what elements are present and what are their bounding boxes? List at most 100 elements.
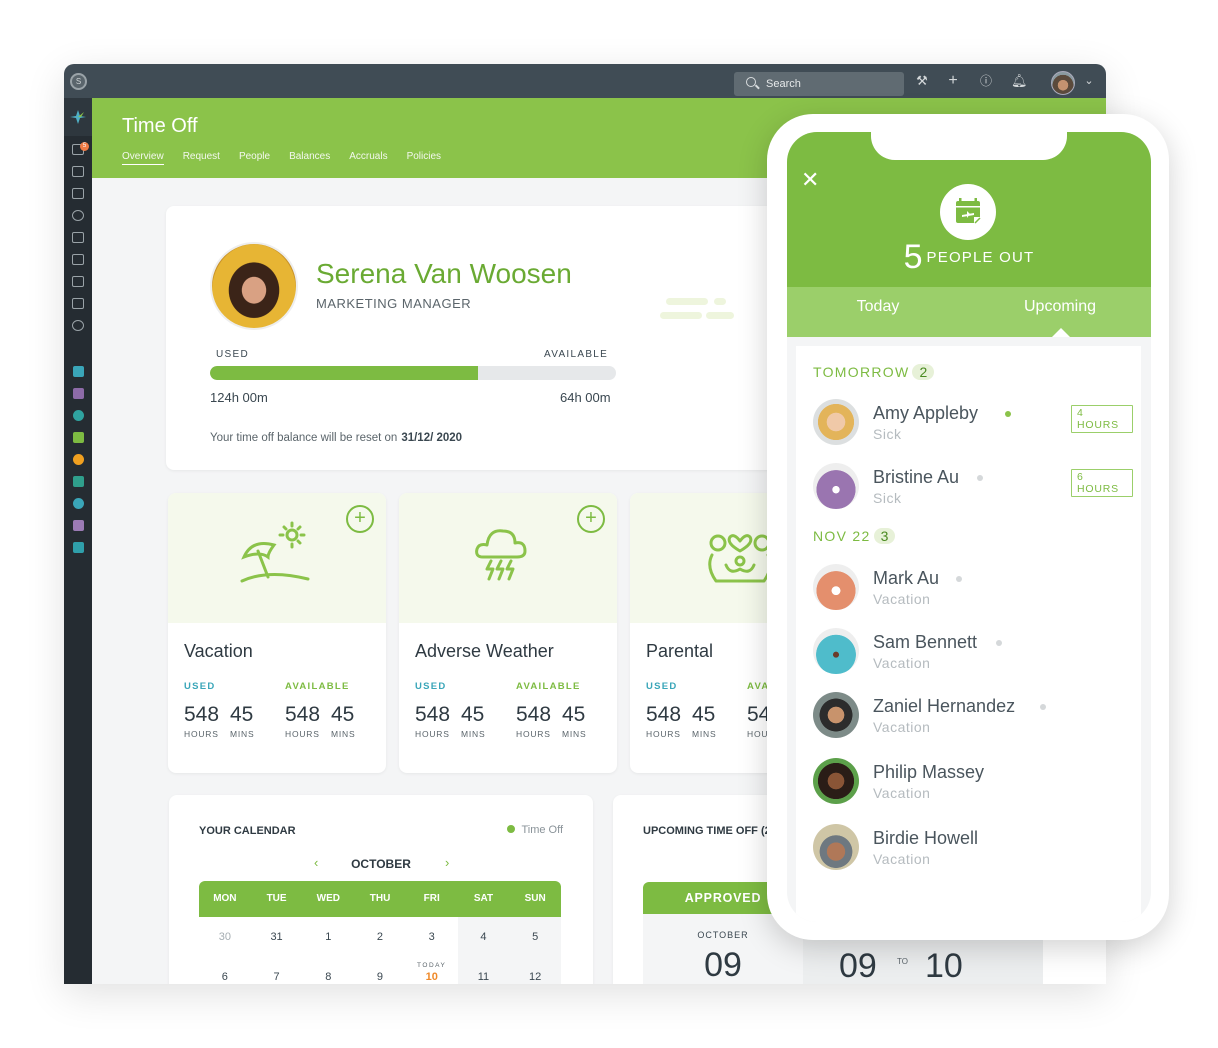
leave-type: Vacation [873, 719, 931, 735]
avatar [813, 463, 859, 509]
calendar-day[interactable]: 6 [199, 957, 251, 984]
storm-cloud-icon [475, 529, 527, 581]
used-label: USED [216, 349, 249, 360]
people-out-list: TOMORROW 2 Amy Appleby Sick 4 HOURS Brist… [796, 346, 1141, 922]
sidebar-item-checklist[interactable] [72, 254, 84, 265]
add-request-button[interactable]: + [346, 505, 374, 533]
timeoff-type-name: Vacation [184, 641, 253, 661]
help-icon[interactable]: ⓘ [978, 73, 994, 89]
sidebar-app-4-icon[interactable] [73, 432, 84, 443]
sidebar-app-9-icon[interactable] [73, 542, 84, 553]
tab-policies[interactable]: Policies [407, 151, 441, 165]
add-request-button[interactable]: + [577, 505, 605, 533]
upcoming-month: OCTOBER [697, 930, 749, 940]
sidebar-app-2-icon[interactable] [73, 388, 84, 399]
legend-dot-icon [507, 825, 516, 833]
profile-card: Serena Van Woosen MARKETING MANAGER USED… [166, 206, 806, 470]
calendar-day[interactable]: 3 [406, 917, 458, 957]
range-start: 09 [839, 947, 877, 984]
hours-unit: HOU [747, 729, 769, 739]
company-logo-icon[interactable]: S [70, 73, 87, 90]
mins-unit: MINS [230, 729, 255, 739]
calendar-legend: Time Off [507, 824, 563, 836]
calendar-day[interactable]: 12 [509, 957, 561, 984]
tab-balances[interactable]: Balances [289, 151, 330, 165]
person-name: Amy Appleby [873, 403, 979, 423]
avatar [813, 628, 859, 674]
sidebar-item-folder[interactable] [72, 232, 84, 243]
card-illustration: + [168, 493, 386, 623]
bell-icon[interactable]: 🔔︎ [1011, 73, 1028, 89]
hours-unit: HOURS [646, 729, 681, 739]
sidebar-item-chat[interactable] [72, 166, 84, 177]
chevron-down-icon[interactable]: ⌄ [1081, 73, 1097, 89]
sidebar-item-clipboard[interactable] [72, 298, 84, 309]
section-label: TOMORROW [813, 364, 910, 380]
calendar-day[interactable]: 5 [509, 917, 561, 957]
calendar-day[interactable]: 2 [354, 917, 406, 957]
used-label: USED [184, 681, 216, 692]
tab-accruals[interactable]: Accruals [349, 151, 387, 165]
timeoff-card-adverse-weather[interactable]: + Adverse Weather USED AVAILABLE 548 45 … [399, 493, 617, 773]
plus-icon[interactable]: + [945, 73, 961, 89]
list-item[interactable]: Amy Appleby Sick 4 HOURS [813, 399, 1133, 447]
close-icon[interactable]: ✕ [801, 169, 819, 191]
mins-unit: MINS [692, 729, 717, 739]
range-end: 10 [925, 947, 963, 984]
available-label: AVAILABLE [544, 349, 609, 360]
section-label: NOV 22 [813, 528, 871, 544]
available-mins: 45 [562, 703, 586, 726]
calendar-day[interactable]: 9 [354, 957, 406, 984]
app-logo-icon[interactable] [64, 98, 92, 136]
sidebar-app-5-icon[interactable] [73, 454, 84, 465]
calendar-day[interactable]: 7 [251, 957, 303, 984]
tab-overview[interactable]: Overview [122, 151, 164, 165]
weekday-label: SAT [473, 893, 494, 904]
timeoff-type-name: Parental [646, 641, 714, 661]
profile-avatar [210, 242, 298, 330]
list-item[interactable]: Mark Au Vacation [813, 564, 1133, 612]
timeoff-card-vacation[interactable]: + Vacation USED AVAILABLE 548 45 548 45 … [168, 493, 386, 773]
sidebar-item-document[interactable] [72, 276, 84, 287]
calendar-card: YOUR CALENDAR Time Off OCTOBER ‹ › MON T… [169, 795, 593, 984]
search-input[interactable]: Search [734, 72, 904, 96]
sidebar-item-calendar[interactable] [72, 188, 84, 199]
sidebar-app-3-icon[interactable] [73, 410, 84, 421]
list-item[interactable]: Bristine Au Sick 6 HOURS [813, 463, 1133, 511]
sidebar-app-8-icon[interactable] [73, 520, 84, 531]
calendar-day[interactable]: 4 [457, 917, 510, 957]
calendar-day-today[interactable]: 10 [406, 957, 458, 984]
tab-people[interactable]: People [239, 151, 270, 165]
list-item[interactable]: Zaniel Hernandez Vacation [813, 692, 1133, 740]
used-hours: 124h 00m [210, 390, 268, 405]
profile-role: MARKETING MANAGER [316, 296, 472, 311]
weekday-label: TUE [266, 893, 287, 904]
avatar [813, 758, 859, 804]
tab-request[interactable]: Request [183, 151, 220, 165]
calendar-day[interactable]: 11 [457, 957, 510, 984]
list-item[interactable]: Sam Bennett Vacation [813, 628, 1133, 676]
section-header-nov-22: NOV 22 3 [813, 528, 896, 544]
list-item[interactable]: Birdie Howell Vacation [813, 824, 1133, 872]
card-illustration: + [399, 493, 617, 623]
avatar [813, 399, 859, 445]
list-item[interactable]: Philip Massey Vacation [813, 758, 1133, 806]
sidebar-app-1-icon[interactable] [73, 366, 84, 377]
calendar-day[interactable]: 8 [302, 957, 354, 984]
avatar [813, 824, 859, 870]
sidebar-app-6-icon[interactable] [73, 476, 84, 487]
used-mins: 45 [692, 703, 716, 726]
tab-today[interactable]: Today [787, 287, 969, 337]
sidebar-item-settings[interactable] [72, 320, 84, 331]
next-month-button[interactable]: › [445, 855, 449, 870]
calendar-day[interactable]: 31 [251, 917, 303, 957]
people-out-count: 5 PEOPLE OUT [787, 238, 1151, 277]
calendar-day[interactable]: 30 [199, 917, 251, 957]
header-tabs: Overview Request People Balances Accrual… [122, 151, 441, 165]
sidebar-app-7-icon[interactable] [73, 498, 84, 509]
user-avatar[interactable] [1051, 71, 1075, 95]
prev-month-button[interactable]: ‹ [314, 855, 318, 870]
calendar-day[interactable]: 1 [302, 917, 354, 957]
sidebar-item-people[interactable] [72, 210, 84, 221]
wrench-icon[interactable]: ⚒ [914, 73, 930, 89]
